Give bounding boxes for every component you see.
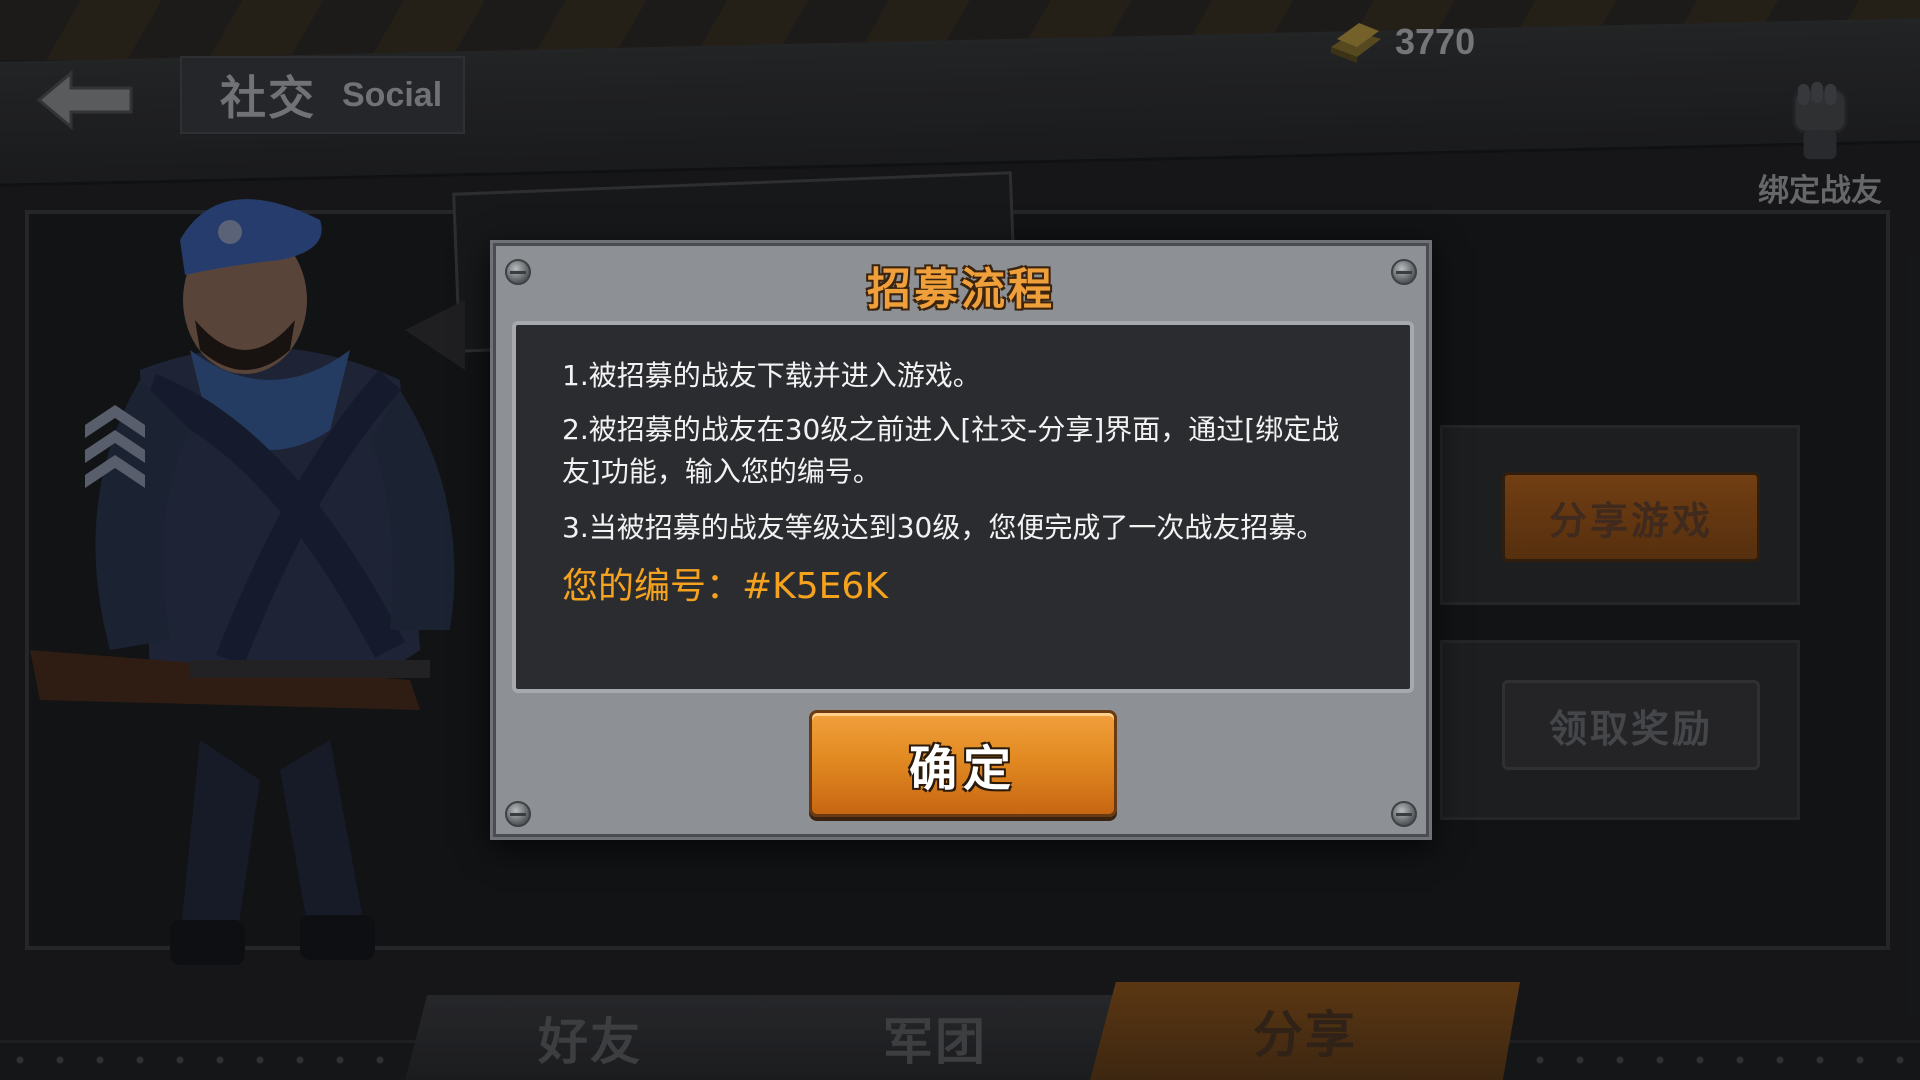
recruit-process-dialog: 招募流程 1.被招募的战友下载并进入游戏。 2.被招募的战友在30级之前进入[社… [490, 240, 1432, 840]
confirm-button[interactable]: 确定 [809, 710, 1117, 817]
rivet-icon [1391, 801, 1417, 827]
step-3-text: 3.当被招募的战友等级达到30级，您便完成了一次战友招募。 [562, 511, 1325, 544]
rivet-icon [505, 801, 531, 827]
dialog-content-panel: 1.被招募的战友下载并进入游戏。 2.被招募的战友在30级之前进入[社交-分享]… [512, 321, 1414, 693]
step-2-text: 2.被招募的战友在30级之前进入[社交-分享]界面，通过[绑定战友]功能，输入您… [562, 413, 1340, 488]
your-code-text: 您的编号：#K5E6K [562, 566, 888, 607]
dialog-title: 招募流程 [867, 264, 1055, 315]
step-1-text: 1.被招募的战友下载并进入游戏。 [562, 359, 981, 392]
